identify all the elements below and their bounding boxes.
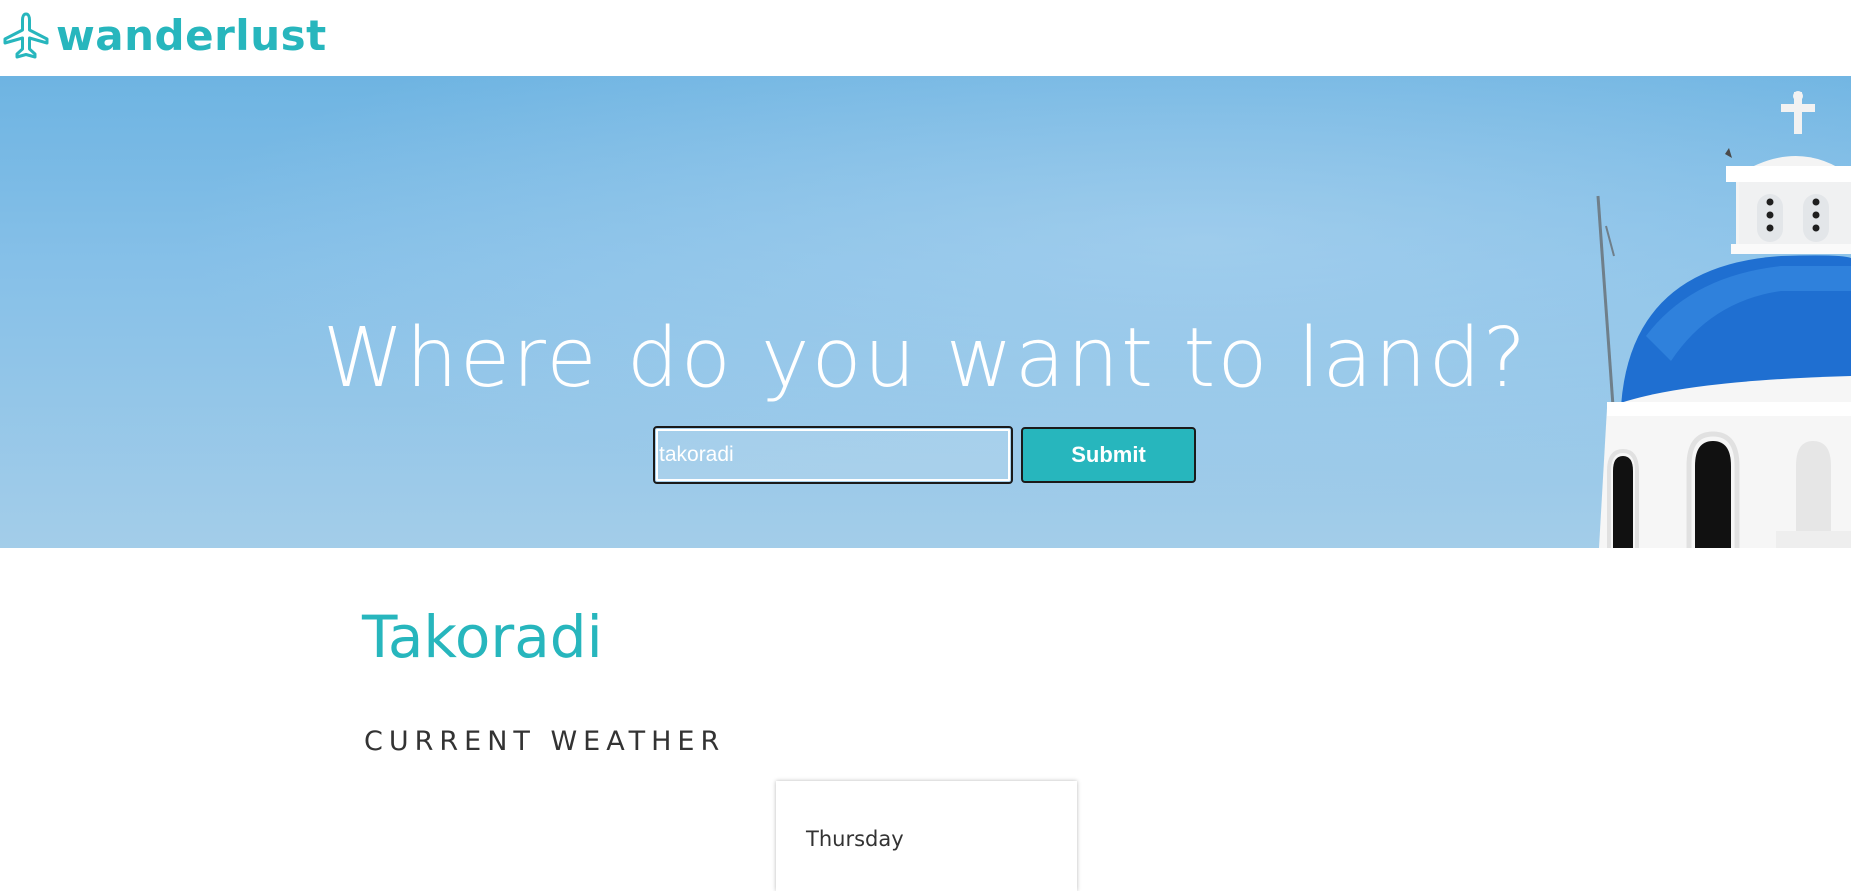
brand-name: wanderlust bbox=[56, 11, 327, 60]
submit-button[interactable]: Submit bbox=[1021, 427, 1196, 483]
brand-logo-link[interactable]: wanderlust bbox=[0, 6, 327, 66]
search-form: Submit bbox=[653, 424, 1196, 486]
church-dome-photo bbox=[1596, 91, 1851, 548]
airplane-icon bbox=[0, 10, 52, 62]
site-header: wanderlust bbox=[0, 0, 1851, 76]
hero-title: Where do you want to land? bbox=[322, 310, 1529, 406]
weather-day-label: Thursday bbox=[806, 827, 904, 851]
current-weather-heading: CURRENT WEATHER bbox=[364, 726, 726, 757]
city-name-heading: Takoradi bbox=[362, 603, 603, 671]
destination-search-input[interactable] bbox=[653, 426, 1013, 484]
